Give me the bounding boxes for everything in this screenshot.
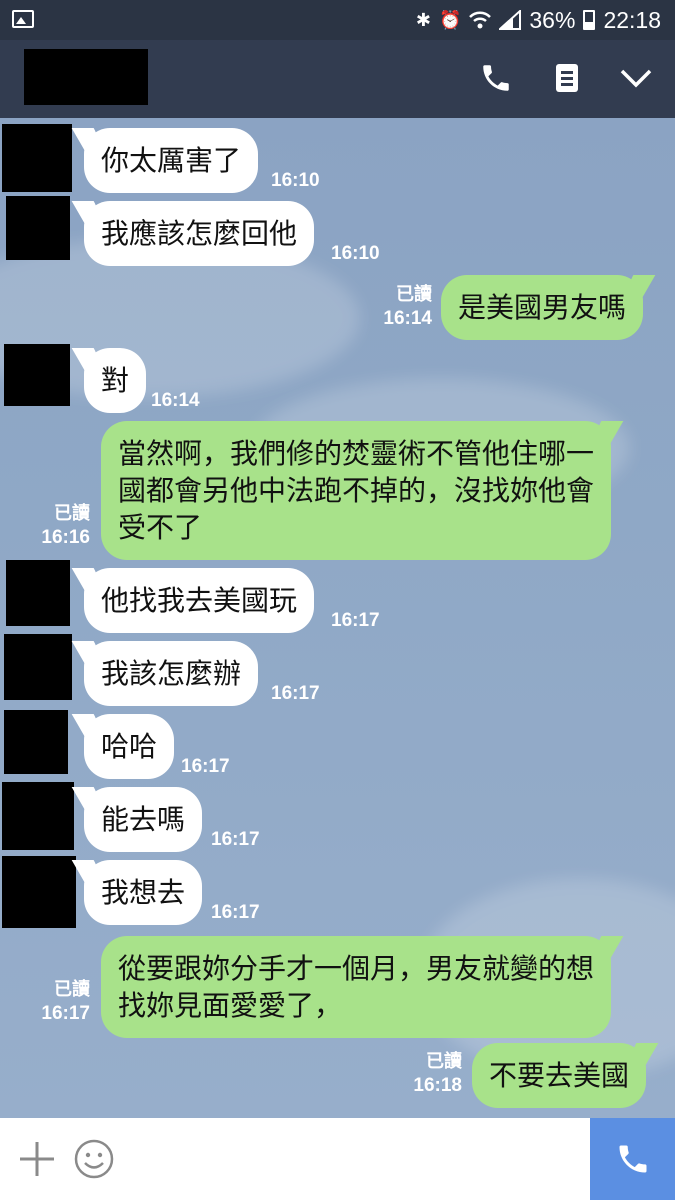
message-time: 16:17 [331,610,380,631]
phone-icon[interactable] [474,56,518,100]
message-bubble-outgoing[interactable]: 當然啊，我們修的焚靈術不管他住哪一 國都會另他中法跑不掉的，沒找妳他會 受不了 [101,421,612,560]
menu-icon[interactable] [545,56,589,100]
message-time: 16:10 [331,243,380,264]
read-label: 已讀 [396,284,432,305]
message-time: 16:14 [383,308,432,329]
message-time: 16:16 [41,527,90,548]
message-time: 16:18 [413,1075,462,1096]
avatar[interactable] [2,124,72,192]
message-time: 16:17 [271,683,320,704]
message-bubble-outgoing[interactable]: 不要去美國 [472,1043,647,1108]
message-bubble-incoming[interactable]: 對 [84,348,147,413]
message-bubble-outgoing[interactable]: 從要跟妳分手才一個月，男友就變的想 找妳見面愛愛了， [101,936,612,1038]
message-line: 受不了 [118,511,203,544]
read-receipt: 已讀 16:17 [20,978,90,1026]
battery-percent: 36% [529,6,576,33]
message-text: 是美國男友嗎 [458,291,627,324]
avatar[interactable] [4,710,68,774]
message-time: 16:14 [151,390,200,411]
message-line: 當然啊，我們修的焚靈術不管他住哪一 [118,437,595,470]
message-time: 16:17 [211,829,260,850]
avatar[interactable] [6,560,70,626]
read-label: 已讀 [426,1051,462,1072]
read-receipt: 已讀 16:18 [392,1050,462,1098]
message-text: 對 [101,364,130,397]
message-bubble-incoming[interactable]: 他找我去美國玩 [84,568,315,633]
message-text: 能去嗎 [101,803,186,836]
message-line: 找妳見面愛愛了， [118,989,343,1022]
plus-icon[interactable] [18,1140,56,1178]
message-time: 16:17 [181,756,230,777]
avatar[interactable] [4,634,72,700]
message-text: 我應該怎麼回他 [101,217,298,250]
avatar[interactable] [2,856,76,928]
message-bubble-outgoing[interactable]: 是美國男友嗎 [441,275,644,340]
bluetooth-icon: ✱ [415,10,431,30]
read-receipt: 已讀 16:14 [362,283,432,331]
status-bar: ✱ ⏰ 36% 22:18 [0,0,675,40]
message-time: 16:10 [271,170,320,191]
clock: 22:18 [603,6,661,33]
read-receipt: 已讀 16:16 [20,502,90,550]
message-line: 國都會另他中法跑不掉的，沒找妳他會 [118,474,595,507]
message-text: 不要去美國 [489,1059,630,1092]
message-text: 他找我去美國玩 [101,584,298,617]
status-right: ✱ ⏰ 36% 22:18 [416,6,661,34]
read-label: 已讀 [54,979,90,1000]
signal-icon [499,10,522,30]
message-text: 我想去 [101,876,186,909]
message-bubble-incoming[interactable]: 我應該怎麼回他 [84,201,315,266]
call-icon [619,1145,646,1173]
battery-icon [583,10,596,30]
input-bar [0,1118,675,1200]
avatar[interactable] [2,782,74,850]
emoji-icon[interactable] [74,1139,114,1179]
message-bubble-incoming[interactable]: 哈哈 [84,714,175,779]
message-text: 哈哈 [101,730,158,763]
message-bubble-incoming[interactable]: 你太厲害了 [84,128,259,193]
message-time: 16:17 [41,1003,90,1024]
wifi-icon [469,11,492,29]
alarm-icon: ⏰ [438,10,462,30]
message-bubble-incoming[interactable]: 我該怎麼辦 [84,641,259,706]
chevron-down-icon[interactable] [614,56,658,100]
chat-area[interactable]: 你太厲害了 16:10 我應該怎麼回他 16:10 已讀 16:14 是美國男友… [0,118,675,1118]
avatar[interactable] [4,344,70,406]
chat-header [0,40,675,118]
message-bubble-incoming[interactable]: 能去嗎 [84,787,203,852]
contact-name-redacted[interactable] [24,49,148,105]
read-label: 已讀 [54,503,90,524]
avatar[interactable] [6,196,70,260]
message-line: 從要跟妳分手才一個月，男友就變的想 [118,952,595,985]
message-bubble-incoming[interactable]: 我想去 [84,860,203,925]
gallery-icon [12,10,34,28]
message-text: 我該怎麼辦 [101,657,242,690]
call-button[interactable] [590,1118,675,1200]
message-time: 16:17 [211,902,260,923]
message-text: 你太厲害了 [101,144,242,177]
